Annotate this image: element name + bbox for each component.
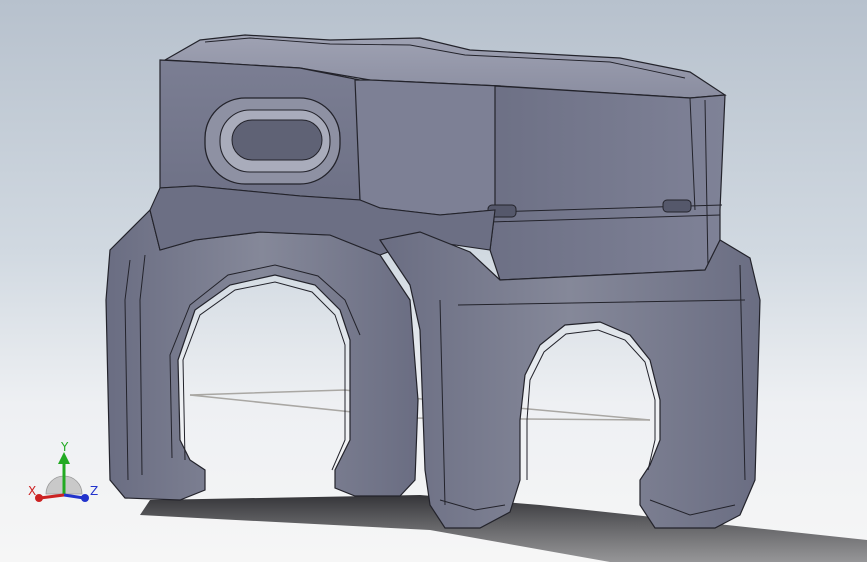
x-axis-line [39, 493, 65, 500]
left-arch-edge [182, 281, 346, 471]
view-orientation-triad[interactable]: Y X Z [24, 440, 104, 506]
graphics-viewport[interactable]: Y X Z [0, 0, 867, 562]
z-axis-end [81, 494, 89, 502]
right-arch-edge [526, 329, 656, 480]
side-notch-right [662, 199, 692, 213]
left-leg[interactable] [105, 208, 419, 501]
3d-model-view[interactable] [0, 0, 867, 562]
corner-band [354, 79, 501, 216]
z-axis-line [63, 493, 85, 500]
slot-hole [231, 119, 323, 161]
right-leg[interactable] [379, 231, 761, 529]
y-axis-label: Y [60, 440, 69, 454]
side-face[interactable] [489, 85, 726, 281]
z-axis-label: Z [90, 484, 98, 498]
construction-lines [189, 389, 651, 421]
x-axis-label: X [28, 484, 36, 498]
